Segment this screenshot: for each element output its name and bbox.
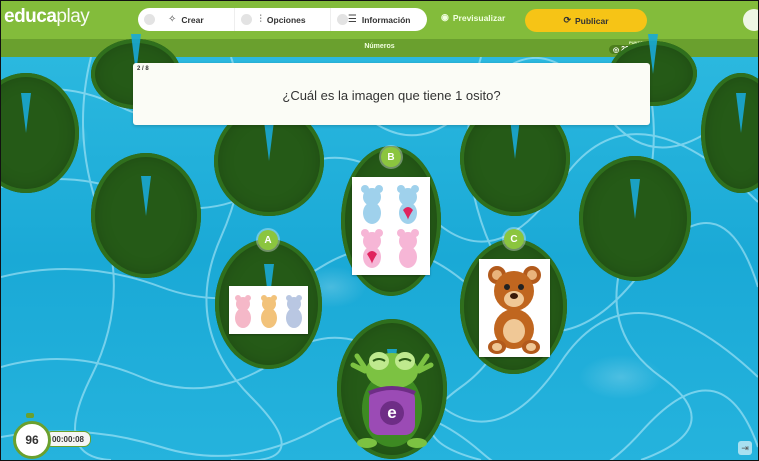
eye-icon: ◉ — [441, 12, 449, 22]
tab-crear-label: Crear — [181, 14, 204, 25]
answer-option-a[interactable] — [229, 286, 308, 334]
lily-pad — [91, 153, 201, 278]
answer-badge-b: B — [381, 147, 401, 167]
top-bar: educaplay ✧ Crear ⫶ Opciones ☰ Informaci… — [1, 1, 758, 39]
three-teddy-bears-image — [235, 295, 302, 328]
question-text: ¿Cuál es la imagen que tiene 1 osito? — [282, 88, 501, 103]
lily-pad — [579, 156, 691, 281]
sparkle-icon: ✧ — [168, 14, 177, 25]
question-card: 2 / 8 ¿Cuál es la imagen que tiene 1 osi… — [133, 63, 650, 125]
elapsed-time: 00:00:08 — [45, 431, 91, 447]
tab-opciones[interactable]: ⫶ Opciones — [233, 8, 331, 31]
cloud-upload-icon: ⟳ — [563, 15, 571, 25]
tab-informacion-label: Información — [361, 14, 411, 25]
avatar[interactable] — [743, 9, 758, 31]
editor-tabs: ✧ Crear ⫶ Opciones ☰ Información — [138, 8, 427, 31]
preview-button[interactable]: ◉ Previsualizar — [441, 12, 505, 23]
one-brown-teddy-bear-image — [488, 266, 541, 354]
exit-fullscreen-icon[interactable]: ⇥ — [738, 441, 752, 455]
sliders-icon: ⫶ — [259, 14, 262, 25]
player-badge-letter: e — [387, 403, 397, 422]
tab-informacion[interactable]: ☰ Información — [330, 8, 427, 31]
game-window: educaplay ✧ Crear ⫶ Opciones ☰ Informaci… — [0, 0, 759, 461]
tab-crear[interactable]: ✧ Crear — [138, 8, 234, 31]
publish-button[interactable]: ⟳ Publicar — [525, 9, 647, 32]
publish-label: Publicar — [575, 15, 609, 26]
timer-cap — [26, 413, 34, 418]
tab-dot — [240, 14, 252, 25]
list-icon: ☰ — [347, 14, 357, 25]
answer-option-c[interactable] — [479, 259, 550, 357]
preview-label: Previsualizar — [452, 12, 506, 23]
question-counter: 2 / 8 — [137, 66, 149, 72]
tab-dot — [337, 14, 349, 25]
answer-badge-c: C — [504, 229, 524, 249]
educaplay-logo[interactable]: educaplay — [4, 6, 90, 28]
tab-opciones-label: Opciones — [266, 14, 306, 25]
four-teddy-bears-hearts-image — [361, 185, 419, 268]
frog-mascot-icon — [347, 331, 437, 456]
tab-dot — [144, 14, 155, 25]
countdown-timer: 96 — [13, 421, 51, 459]
answer-badge-a: A — [258, 230, 278, 250]
answer-option-b[interactable] — [352, 177, 430, 275]
